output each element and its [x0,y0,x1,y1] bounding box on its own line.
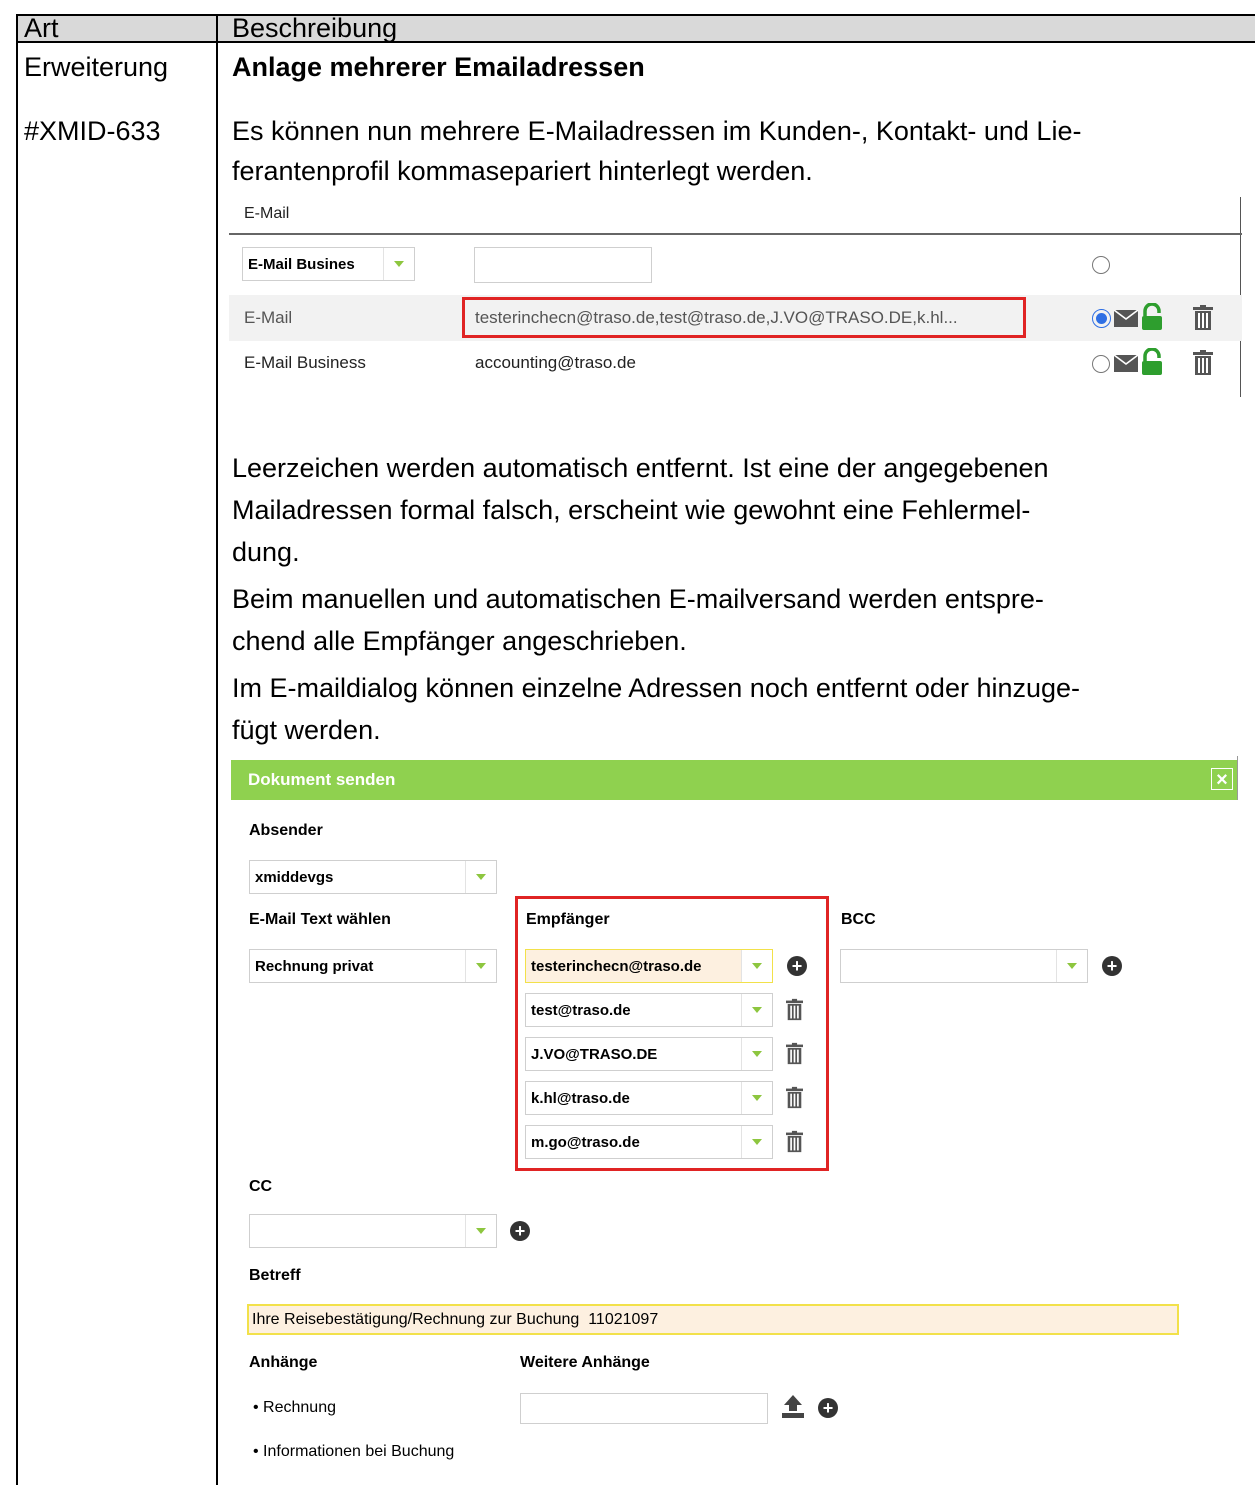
email-row-1-highlight-box [462,297,1026,338]
add-recipient-icon[interactable]: + [787,956,807,976]
email-type-select[interactable]: E-Mail Busines [242,247,415,281]
email-row-2-value[interactable]: accounting@traso.de [475,353,636,373]
recipient-select-3[interactable]: J.VO@TRASO.DE [525,1037,773,1071]
attachment-item[interactable]: • Informationen bei Buchung [253,1443,454,1461]
chevron-down-icon[interactable] [465,861,496,893]
empfaenger-label: Empfänger [526,911,610,928]
cc-label: CC [249,1178,273,1195]
paragraph-2-line-2: Mailadressen formal falsch, erscheint wi… [232,495,1031,525]
trash-icon[interactable] [786,998,803,1021]
recipient-value: k.hl@traso.de [531,1089,630,1107]
art-id: #XMID-633 [24,116,161,146]
chevron-down-icon[interactable] [741,1082,772,1114]
bcc-label: BCC [841,911,876,928]
recipient-select-4[interactable]: k.hl@traso.de [525,1081,773,1115]
header-art: Art [24,13,59,43]
primary-radio-checked[interactable] [1092,309,1111,328]
attachment-label: Rechnung [263,1399,336,1416]
section-title: Anlage mehrerer Emailadressen [232,52,645,82]
paragraph-1-line-1: Es können nun mehrere E-Mailadressen im … [232,116,1082,146]
recipient-value: m.go@traso.de [531,1133,640,1151]
trash-icon[interactable] [786,1130,803,1153]
attachment-label: Informationen bei Buchung [263,1443,455,1460]
bcc-select[interactable] [840,949,1088,983]
chevron-down-icon[interactable] [741,994,772,1026]
chevron-down-icon[interactable] [741,950,772,982]
paragraph-2-line-1: Leerzeichen werden automatisch entfernt.… [232,453,1049,483]
chevron-down-icon[interactable] [741,1126,772,1158]
dialog-header: Dokument senden × [231,760,1237,800]
recipient-value: test@traso.de [531,1001,631,1019]
absender-label: Absender [249,822,323,839]
email-type-select-value: E-Mail Busines [248,255,355,273]
attachment-item[interactable]: • Rechnung [253,1399,336,1417]
email-row-2-label: E-Mail Business [244,353,366,372]
art-type: Erweiterung [24,52,169,82]
chevron-down-icon[interactable] [465,1215,496,1247]
email-text-select-value: Rechnung privat [255,957,374,975]
betreff-value: Ihre Reisebestätigung/Rechnung zur Buchu… [252,1311,659,1328]
add-cc-icon[interactable]: + [510,1221,530,1241]
paragraph-1-line-2: ferantenprofil kommasepariert hinterlegt… [232,156,813,186]
header-beschreibung: Beschreibung [232,13,398,43]
table-header-row [16,15,1255,41]
chevron-down-icon[interactable] [1056,950,1087,982]
paragraph-2-line-7: fügt werden. [232,715,381,745]
additional-attachment-input[interactable] [520,1393,768,1424]
table-column-divider [216,14,218,1485]
primary-radio-empty-2[interactable] [1092,355,1110,373]
upload-icon[interactable] [780,1393,806,1419]
email-row-1-label: E-Mail [244,308,293,327]
dialog-right-edge [1237,756,1238,800]
primary-radio-empty[interactable] [1092,256,1110,274]
email-panel: E-Mail E-Mail Busines E-Mail testerinche… [229,195,1244,405]
send-document-dialog: Dokument senden × Absender xmiddevgs E-M… [231,756,1238,1485]
paragraph-2-line-5: chend alle Empfänger angeschrieben. [232,626,687,656]
email-panel-title: E-Mail [244,205,290,222]
recipient-select-5[interactable]: m.go@traso.de [525,1125,773,1159]
envelope-icon[interactable] [1114,355,1138,372]
recipient-select-1[interactable]: testerinchecn@traso.de [525,949,773,983]
lock-open-icon[interactable] [1141,348,1163,376]
anhaenge-label: Anhänge [249,1354,318,1371]
table-border-left [16,14,18,1485]
add-bcc-icon[interactable]: + [1102,956,1122,976]
cc-select[interactable] [249,1214,497,1248]
chevron-down-icon[interactable] [465,950,496,982]
email-panel-rule [229,233,1242,235]
dialog-title: Dokument senden [248,770,396,789]
recipient-value: J.VO@TRASO.DE [531,1045,658,1063]
trash-icon[interactable] [786,1042,803,1065]
paragraph-2-line-6: Im E-maildialog können einzelne Adressen… [232,673,1081,703]
weitere-anhaenge-label: Weitere Anhänge [520,1354,650,1371]
betreff-label: Betreff [249,1267,301,1284]
absender-select[interactable]: xmiddevgs [249,860,497,894]
close-button[interactable]: × [1211,768,1233,791]
lock-open-icon[interactable] [1141,303,1163,331]
chevron-down-icon[interactable] [383,248,414,280]
table-header-divider [16,41,1255,43]
table-border-top [16,14,1255,16]
email-text-select[interactable]: Rechnung privat [249,949,497,983]
chevron-down-icon[interactable] [741,1038,772,1070]
trash-icon[interactable] [1193,305,1213,330]
envelope-icon[interactable] [1114,310,1138,327]
recipient-select-2[interactable]: test@traso.de [525,993,773,1027]
absender-select-value: xmiddevgs [255,868,334,886]
add-attachment-icon[interactable]: + [818,1398,838,1418]
paragraph-2-line-4: Beim manuellen und automatischen E-mailv… [232,584,1044,614]
email-text-label: E-Mail Text wählen [249,911,391,928]
recipient-value: testerinchecn@traso.de [531,957,702,975]
new-email-input[interactable] [474,247,652,283]
betreff-input[interactable]: Ihre Reisebestätigung/Rechnung zur Buchu… [247,1304,1179,1335]
paragraph-2-line-3: dung. [232,537,300,567]
trash-icon[interactable] [786,1086,803,1109]
trash-icon[interactable] [1193,350,1213,375]
